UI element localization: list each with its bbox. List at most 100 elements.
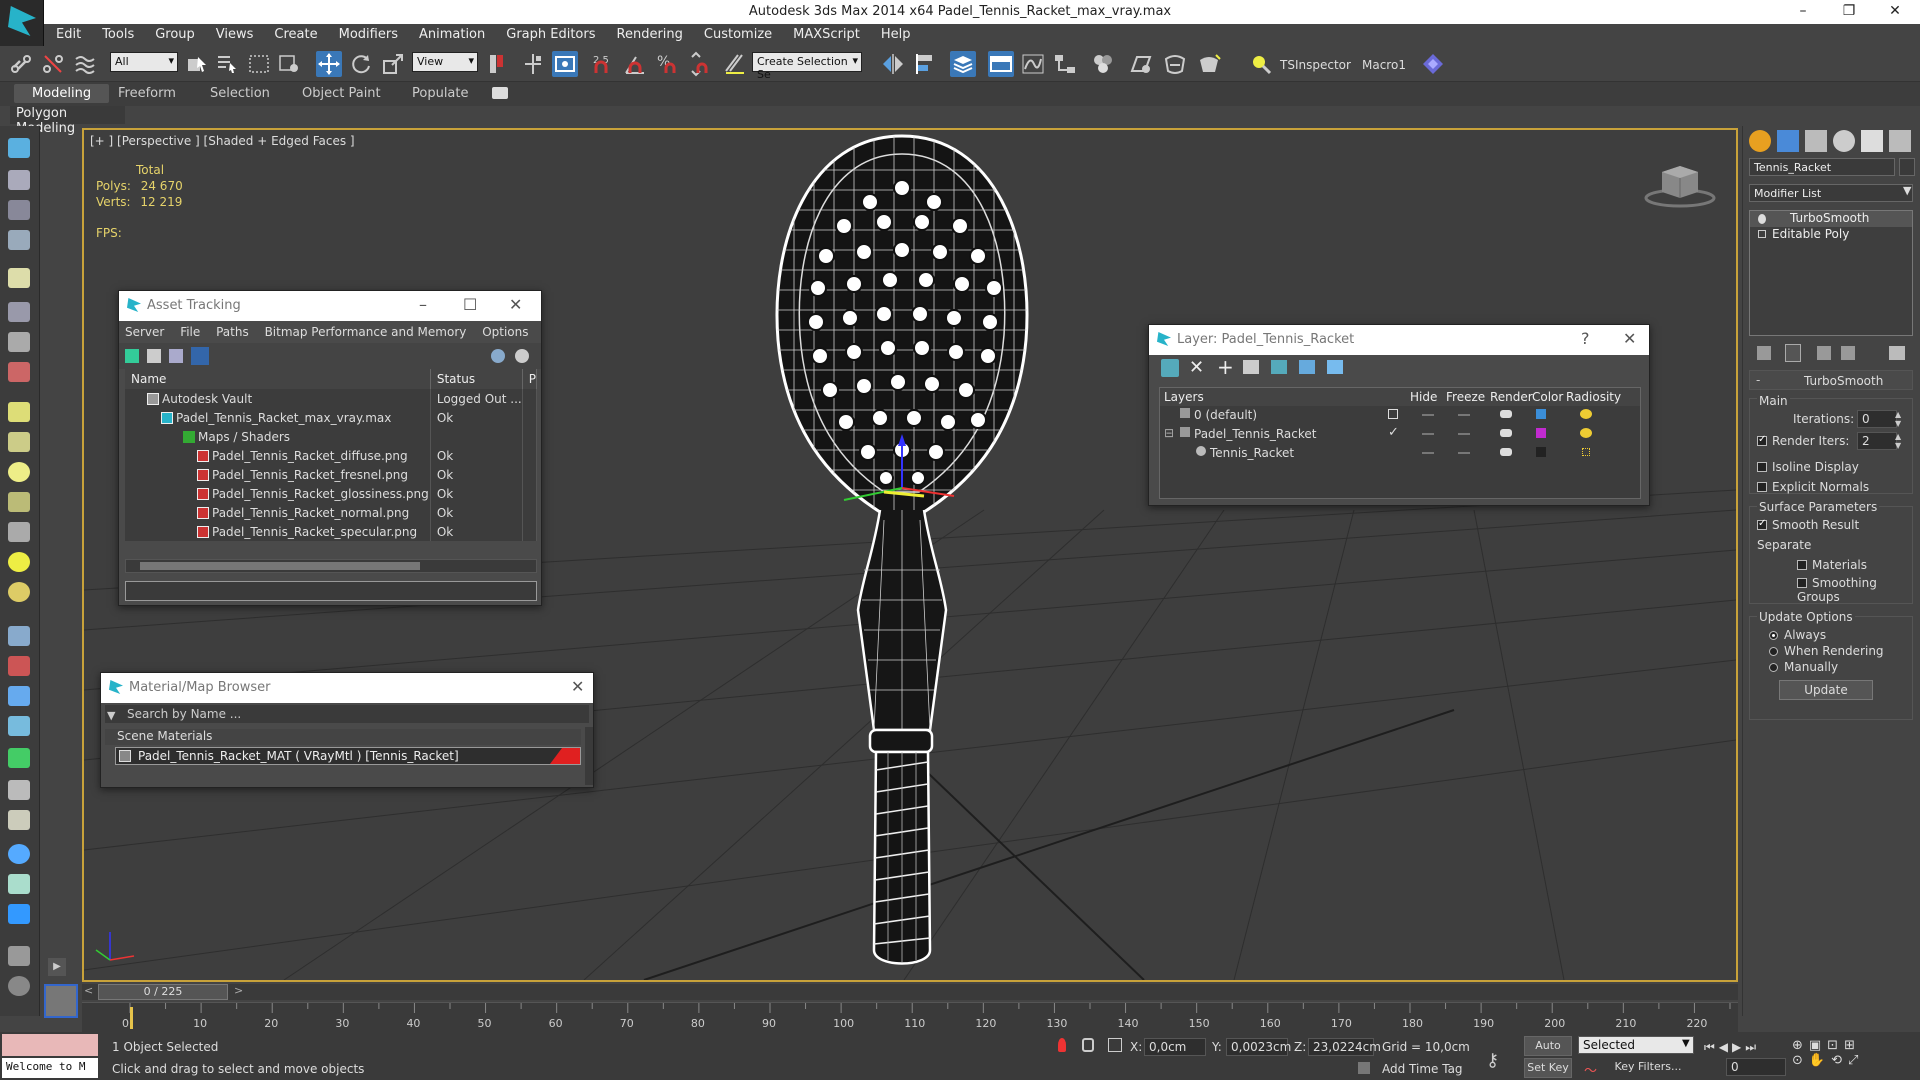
- menu-bitmap-performance[interactable]: Bitmap Performance and Memory: [265, 325, 467, 339]
- menu-file[interactable]: File: [180, 325, 200, 339]
- menu-customize[interactable]: Customize: [692, 24, 781, 42]
- edit-named-selection-icon[interactable]: [722, 51, 748, 77]
- update-button[interactable]: Update: [1779, 680, 1873, 700]
- smooth-result-checkbox[interactable]: [1757, 518, 1767, 530]
- column-status[interactable]: Status: [430, 369, 523, 389]
- layer-row[interactable]: 0 (default): [1160, 406, 1640, 425]
- radiosity-icon[interactable]: [1580, 428, 1592, 438]
- menu-rendering[interactable]: Rendering: [605, 24, 692, 42]
- foliage-icon[interactable]: [8, 748, 30, 768]
- layer-row[interactable]: ⊟ Padel_Tennis_Racket ✓: [1160, 425, 1640, 444]
- z-coordinate-field[interactable]: 23,0224cm: [1308, 1038, 1381, 1056]
- render-iters-checkbox[interactable]: [1757, 434, 1767, 446]
- camera-icon[interactable]: [8, 302, 30, 322]
- stack-item-editable-poly[interactable]: Editable Poly: [1750, 227, 1912, 243]
- sphere-primitive-icon[interactable]: [8, 432, 30, 452]
- create-teapot-icon[interactable]: [8, 138, 30, 158]
- light-icon[interactable]: [8, 268, 30, 288]
- column-radiosity[interactable]: Radiosity: [1566, 390, 1621, 404]
- dynamics-icon[interactable]: [8, 656, 30, 676]
- layer-color-swatch[interactable]: [1536, 447, 1546, 457]
- macro-icon[interactable]: [1420, 51, 1446, 77]
- key-mode-dropdown[interactable]: Selected: [1578, 1036, 1694, 1054]
- snaps-toggle-icon[interactable]: 2.5: [590, 51, 616, 77]
- table-row[interactable]: Maps / Shaders: [125, 427, 538, 446]
- bulb-icon[interactable]: [1758, 214, 1766, 224]
- minimize-button[interactable]: –: [1780, 0, 1826, 24]
- auto-key-button[interactable]: Auto Key: [1524, 1036, 1572, 1070]
- hair-icon[interactable]: [8, 780, 30, 800]
- hide-all-icon[interactable]: [1299, 360, 1315, 374]
- menu-graph-editors[interactable]: Graph Editors: [494, 24, 604, 42]
- minimize-icon[interactable]: –: [419, 295, 427, 314]
- render-setup-icon[interactable]: [1128, 51, 1154, 77]
- restore-button[interactable]: ❐: [1826, 0, 1872, 24]
- turbosmooth-rollout-header[interactable]: - TurboSmooth: [1749, 370, 1913, 390]
- track-bar[interactable]: 0 10 20 30 40 50 60 70 80 90 100 110 120 130 140 150 160…: [82, 1002, 1738, 1032]
- radiosity-icon[interactable]: [1580, 409, 1592, 419]
- select-objects-icon[interactable]: [1243, 360, 1259, 374]
- scene-explorer-icon[interactable]: [8, 200, 30, 220]
- freeze-toggle[interactable]: [1458, 452, 1470, 454]
- list-view-icon[interactable]: [147, 349, 161, 363]
- hierarchy-tab-icon[interactable]: [1805, 130, 1827, 152]
- manually-radio[interactable]: [1769, 663, 1778, 672]
- current-frame-marker[interactable]: [130, 1007, 133, 1029]
- render-production-icon[interactable]: [1196, 51, 1222, 77]
- radiosity-icon[interactable]: [1582, 448, 1590, 456]
- time-tag-icon[interactable]: [1358, 1062, 1370, 1074]
- layer-color-swatch[interactable]: [1536, 428, 1546, 438]
- rect-selection-icon[interactable]: [246, 51, 272, 77]
- menu-views[interactable]: Views: [204, 24, 263, 42]
- layer-color-swatch[interactable]: [1536, 409, 1546, 419]
- grid-icon[interactable]: [8, 230, 30, 250]
- absolute-mode-icon[interactable]: [1108, 1038, 1122, 1052]
- viewcube-icon[interactable]: [1644, 160, 1716, 208]
- create-layer-icon[interactable]: [1161, 359, 1179, 377]
- layer-manager-icon[interactable]: [950, 51, 976, 77]
- menu-create[interactable]: Create: [262, 24, 326, 42]
- scrollbar-thumb[interactable]: [140, 562, 420, 570]
- torus-primitive-icon[interactable]: [8, 462, 30, 482]
- render-icon[interactable]: [8, 362, 30, 382]
- globe-icon[interactable]: [8, 716, 30, 736]
- freeze-toggle[interactable]: [1458, 433, 1470, 435]
- helper-icon[interactable]: [8, 332, 30, 352]
- sun-light-icon[interactable]: [8, 552, 30, 572]
- menu-animation[interactable]: Animation: [407, 24, 494, 42]
- freeze-all-icon[interactable]: [1327, 360, 1343, 374]
- create-tab-icon[interactable]: [1749, 130, 1771, 152]
- keyboard-shortcut-override-icon[interactable]: [552, 51, 578, 77]
- selection-lock-icon[interactable]: [1082, 1038, 1094, 1052]
- mirror-icon[interactable]: [880, 51, 906, 77]
- script-icon[interactable]: [8, 946, 30, 966]
- asset-tracking-header[interactable]: Asset Tracking – ☐ ✕: [119, 291, 541, 321]
- align-icon[interactable]: [914, 51, 940, 77]
- current-frame-field[interactable]: 0: [1726, 1058, 1786, 1076]
- render-iters-spinner[interactable]: 2: [1857, 432, 1897, 450]
- ts-inspector-label[interactable]: TSInspector: [1280, 58, 1351, 72]
- menu-server[interactable]: Server: [125, 325, 164, 339]
- teapot-primitive-icon[interactable]: [8, 492, 30, 512]
- table-row[interactable]: Padel_Tennis_Racket_diffuse.png Ok: [125, 446, 538, 465]
- object-color-swatch[interactable]: [1899, 158, 1915, 176]
- help-icon[interactable]: ?: [1581, 329, 1590, 348]
- time-slider[interactable]: < 0 / 225 >: [82, 984, 1738, 1000]
- smoothing-groups-checkbox[interactable]: [1797, 578, 1807, 588]
- explicit-normals-checkbox[interactable]: [1757, 482, 1767, 492]
- pin-stack-icon[interactable]: [1757, 346, 1771, 360]
- select-and-scale-icon[interactable]: [380, 51, 406, 77]
- key-filters-button[interactable]: Key Filters...: [1602, 1058, 1694, 1078]
- unlink-icon[interactable]: [40, 51, 66, 77]
- menu-tools[interactable]: Tools: [90, 24, 143, 42]
- table-row[interactable]: Autodesk Vault Logged Out ...: [125, 389, 538, 408]
- angle-snap-icon[interactable]: [622, 51, 648, 77]
- menu-maxscript[interactable]: MAXScript: [781, 24, 869, 42]
- next-frame-icon[interactable]: >: [234, 984, 243, 997]
- highlight-layer-icon[interactable]: [1271, 360, 1287, 374]
- table-view-icon[interactable]: [191, 347, 209, 365]
- rendered-frame-window-icon[interactable]: [1162, 51, 1188, 77]
- viewport-navigation-controls[interactable]: ⊕▣⊡⊞ ⊙✋⟲⤢: [1792, 1038, 1912, 1078]
- always-radio[interactable]: [1769, 631, 1778, 640]
- select-and-rotate-icon[interactable]: [348, 51, 374, 77]
